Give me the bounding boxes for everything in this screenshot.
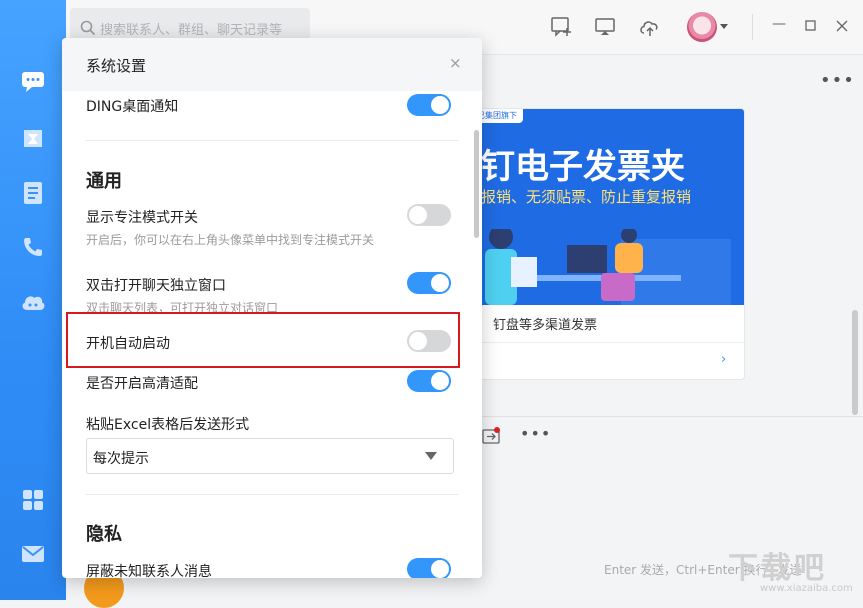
- toggle-knob: [431, 96, 449, 114]
- toggle-knob: [431, 372, 449, 390]
- excel-paste-select[interactable]: 每次提示: [86, 438, 454, 474]
- work-icon[interactable]: [20, 125, 46, 151]
- section-divider: [86, 140, 458, 141]
- contacts-icon[interactable]: [20, 180, 46, 206]
- toolbar-divider: [752, 14, 753, 40]
- close-icon[interactable]: [836, 20, 848, 32]
- toggle-knob: [409, 206, 427, 224]
- autostart-toggle[interactable]: [407, 330, 451, 352]
- search-input[interactable]: 搜索联系人、群组、聊天记录等: [100, 19, 282, 38]
- excel-paste-label: 粘贴Excel表格后发送形式: [86, 417, 250, 433]
- excel-paste-value: 每次提示: [93, 451, 149, 467]
- section-privacy: 隐私: [86, 524, 122, 545]
- block-unknown-toggle[interactable]: [407, 558, 451, 578]
- invoice-card[interactable]: 已集团旗下 钉电子发票夹 报销、无须贴票、防止重复报销 钉盘等多渠道发票 ›: [470, 108, 745, 380]
- toggle-knob: [431, 560, 449, 578]
- mail-icon[interactable]: [20, 541, 46, 567]
- ding-notify-label: DING桌面通知: [86, 99, 179, 115]
- dblclick-window-toggle[interactable]: [407, 272, 451, 294]
- phone-icon[interactable]: [20, 234, 46, 260]
- toggle-knob: [431, 274, 449, 292]
- new-chat-icon[interactable]: [550, 16, 572, 38]
- hidpi-label: 是否开启高清适配: [86, 376, 198, 392]
- caret-down-icon: [425, 452, 437, 460]
- maximize-icon[interactable]: [805, 20, 816, 31]
- section-general: 通用: [86, 171, 122, 192]
- input-divider: [480, 416, 863, 417]
- watermark: 下载吧: [728, 551, 827, 586]
- hidpi-toggle[interactable]: [407, 370, 451, 392]
- search-icon: [80, 20, 96, 36]
- dialog-title: 系统设置: [86, 57, 147, 75]
- dialog-header: 系统设置 ×: [62, 38, 482, 91]
- watermark-url: www.xiazaiba.com: [760, 583, 853, 594]
- apps-icon[interactable]: [20, 487, 46, 513]
- nav-rail: [0, 0, 66, 600]
- toolbar-more-icon[interactable]: •••: [520, 424, 551, 443]
- banner-illustration: [485, 229, 731, 305]
- dblclick-window-label: 双击打开聊天独立窗口: [86, 278, 226, 294]
- focus-mode-label: 显示专注模式开关: [86, 210, 198, 226]
- dialog-close-icon[interactable]: ×: [449, 54, 462, 72]
- screen-share-icon[interactable]: [594, 16, 616, 38]
- message-icon[interactable]: [20, 69, 46, 95]
- chevron-down-icon[interactable]: [720, 24, 728, 30]
- card-banner: 已集团旗下 钉电子发票夹 报销、无须贴票、防止重复报销: [471, 109, 744, 305]
- banner-subtitle: 报销、无须贴票、防止重复报销: [481, 188, 692, 206]
- card-description: 钉盘等多渠道发票: [493, 318, 598, 333]
- autostart-label: 开机自动启动: [86, 336, 170, 352]
- ding-notify-toggle[interactable]: [407, 94, 451, 116]
- settings-dialog: 系统设置 × DING桌面通知 通用 显示专注模式开关 开启后，你可以在右上角头…: [62, 38, 482, 578]
- dialog-scrollbar[interactable]: [474, 130, 479, 238]
- focus-mode-toggle[interactable]: [407, 204, 451, 226]
- toggle-knob: [409, 332, 427, 350]
- chevron-right-icon[interactable]: ›: [721, 352, 726, 367]
- chat-more-icon[interactable]: •••: [820, 70, 855, 91]
- minimize-icon[interactable]: —: [772, 16, 786, 32]
- card-divider: [471, 342, 744, 343]
- avatar[interactable]: [687, 12, 717, 42]
- focus-mode-desc: 开启后，你可以在右上角头像菜单中找到专注模式开关: [86, 233, 375, 247]
- chat-scrollbar[interactable]: [852, 310, 858, 415]
- file-send-icon[interactable]: [482, 427, 502, 445]
- cloud-upload-icon[interactable]: [638, 16, 660, 38]
- cloud-icon[interactable]: [20, 288, 46, 314]
- block-unknown-label: 屏蔽未知联系人消息: [86, 564, 212, 578]
- section-divider: [86, 494, 458, 495]
- banner-title: 钉电子发票夹: [481, 147, 685, 187]
